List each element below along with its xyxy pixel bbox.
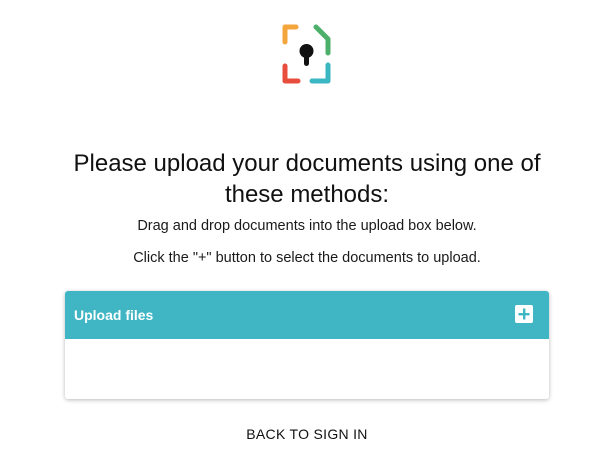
drop-zone[interactable]	[65, 339, 549, 399]
page-title: Please upload your documents using one o…	[73, 150, 541, 208]
upload-files-label: Upload files	[74, 307, 154, 323]
upload-header: Upload files	[65, 291, 549, 339]
plus-icon	[518, 308, 530, 320]
logo-icon	[280, 24, 334, 86]
drag-drop-instruction: Drag and drop documents into the upload …	[137, 218, 477, 234]
add-files-button[interactable]	[515, 305, 533, 323]
back-to-sign-in-link[interactable]: BACK TO SIGN IN	[200, 426, 414, 442]
click-plus-instruction: Click the "+" button to select the docum…	[133, 250, 481, 266]
upload-box[interactable]: Upload files	[65, 291, 549, 399]
